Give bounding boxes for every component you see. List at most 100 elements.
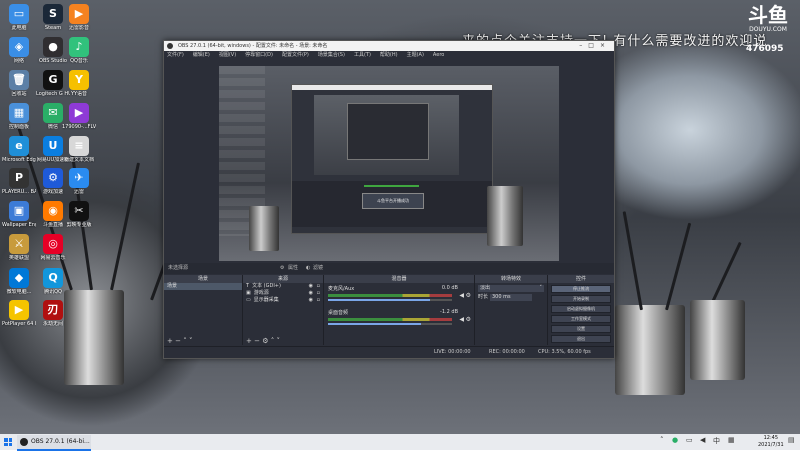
desktop-icon[interactable]: Q 腾讯QQ — [36, 268, 70, 295]
speaker-icon[interactable]: ◀ — [459, 292, 464, 299]
eye-icon[interactable]: ◉ — [309, 290, 313, 297]
lock-icon[interactable]: ▫ — [317, 297, 320, 304]
taskbar-app-label: OBS 27.0.1 (64-bi... — [31, 438, 90, 445]
properties-button[interactable]: 属性 — [288, 263, 298, 274]
app-icon: ▣ — [9, 201, 29, 221]
maximize-icon[interactable]: □ — [588, 42, 600, 49]
desktop-icon[interactable]: ▶PotPlayer 64 bit — [2, 300, 36, 327]
obs-logo-icon — [167, 43, 173, 49]
gear-icon[interactable]: ⚙ — [262, 337, 268, 345]
menu-item[interactable]: 配置文件(P) — [282, 52, 309, 58]
no-source-label: 未选择源 — [168, 265, 189, 271]
chevron-up-icon[interactable]: ˄ — [271, 337, 275, 345]
source-item[interactable]: ▭ 显示器采集 ◉ ▫ — [243, 297, 323, 304]
start-button[interactable] — [4, 438, 12, 446]
brush-decor — [665, 222, 692, 311]
taskbar-clock[interactable]: 12:45 2021/7/31 — [758, 435, 784, 449]
chevron-down-icon[interactable]: ˅ — [189, 337, 193, 345]
minimize-icon[interactable]: – — [579, 42, 588, 49]
lock-icon[interactable]: ▫ — [317, 283, 320, 290]
filter-icon[interactable]: ◐ — [306, 263, 310, 274]
control-button[interactable]: 启动虚拟摄像机 — [551, 305, 611, 313]
notification-icon[interactable]: ▤ — [788, 436, 795, 444]
add-icon[interactable]: + — [246, 337, 252, 345]
close-icon[interactable]: × — [600, 42, 611, 49]
menu-item[interactable]: 帮助(H) — [380, 52, 398, 58]
desktop-icon[interactable]: e Microsoft Edge — [2, 136, 36, 163]
clock-time: 12:45 — [763, 435, 779, 441]
app-icon: ✉ — [43, 103, 63, 123]
eye-icon[interactable]: ◉ — [309, 283, 313, 290]
source-item[interactable]: ▣ 游戏源 ◉ ▫ — [243, 290, 323, 297]
control-button[interactable]: 设置 — [551, 325, 611, 333]
tray-speaker-icon[interactable]: ◀ — [700, 436, 705, 444]
control-button[interactable]: 工作室模式 — [551, 315, 611, 323]
gear-icon[interactable]: ⚙ — [466, 292, 471, 299]
desktop-icon[interactable]: Y YY语音 — [62, 70, 96, 97]
control-button[interactable]: 开始录制 — [551, 295, 611, 303]
volume-slider[interactable] — [328, 299, 452, 301]
menu-item[interactable]: 编辑(E) — [193, 52, 210, 58]
remove-icon[interactable]: − — [254, 337, 260, 345]
app-icon: ▦ — [9, 103, 29, 123]
remove-icon[interactable]: − — [175, 337, 181, 345]
obs-titlebar[interactable]: OBS 27.0.1 (64-bit, windows) - 配置文件: 未命名… — [164, 41, 614, 51]
source-item[interactable]: T 文本 (GDI+) ◉ ▫ — [243, 283, 323, 290]
desktop-icon[interactable]: ✈ 迅雷 — [62, 168, 96, 195]
control-button[interactable]: 停止推流 — [551, 285, 611, 293]
desktop-icon[interactable]: ≡ 新建文本文档 — [62, 136, 96, 163]
volume-meter — [328, 318, 452, 321]
menu-item[interactable]: 文件(F) — [167, 52, 184, 58]
desktop-icon[interactable]: PPLAYERU... BATTLEGR... — [2, 168, 36, 195]
control-button[interactable]: 退出 — [551, 335, 611, 343]
obs-window[interactable]: OBS 27.0.1 (64-bit, windows) - 配置文件: 未命名… — [163, 40, 615, 359]
brush-cup-right — [615, 305, 685, 395]
window-controls[interactable]: –□× — [579, 41, 611, 51]
lock-icon[interactable]: ▫ — [317, 290, 320, 297]
tray-wechat-icon[interactable]: ● — [672, 436, 678, 444]
desktop-icon[interactable]: ⚔ 英雄联盟 — [2, 234, 36, 261]
desktop-icon[interactable]: ♪ QQ音乐 — [62, 37, 96, 64]
desktop-icon-label: YY语音 — [70, 91, 88, 97]
desktop-icon[interactable]: ▶ 迅雷影音 — [62, 4, 96, 31]
tray-keyboard-icon[interactable]: ▦ — [728, 436, 735, 444]
desktop-icon[interactable]: 刃永劫无间 — [36, 300, 70, 327]
menu-item[interactable]: 主题(A) — [407, 52, 424, 58]
tray-network-icon[interactable]: ▭ — [686, 436, 693, 444]
mixer-channel-header: 麦克风/Aux 0.0 dB — [324, 283, 474, 292]
chevron-up-icon[interactable]: ˄ — [183, 337, 187, 345]
gear-icon[interactable]: ⚙ — [466, 316, 471, 323]
eye-icon[interactable]: ◉ — [309, 297, 313, 304]
desktop-icon-label: 迅雷影音 — [68, 25, 89, 31]
desktop-icon[interactable]: ◈ 网络 — [2, 37, 36, 64]
obs-preview[interactable]: 斗鱼平台开播成功 — [219, 66, 559, 261]
brush-cup-small — [690, 300, 745, 380]
filters-button[interactable]: 滤镜 — [313, 263, 323, 274]
menu-item[interactable]: 工具(T) — [354, 52, 371, 58]
duration-input[interactable]: 300 ms — [490, 294, 532, 301]
add-icon[interactable]: + — [167, 337, 173, 345]
menu-item[interactable]: 场景集合(S) — [318, 52, 345, 58]
taskbar-obs-app[interactable]: OBS 27.0.1 (64-bi... — [17, 435, 91, 451]
controls-dock: 控件 停止推流 开始录制 启动虚拟摄像机 工作室模式 设置 退出 — [548, 275, 614, 345]
desktop-icon[interactable]: ◎ 网易云音乐 — [36, 234, 70, 261]
tray-ime[interactable]: 中 — [713, 436, 720, 446]
menu-item[interactable]: Aero — [433, 52, 444, 58]
gear-icon[interactable]: ⚙ — [280, 263, 284, 274]
desktop-icon[interactable]: ◆ 微软电脑... — [2, 268, 36, 295]
app-icon: ◎ — [43, 234, 63, 254]
desktop-icon[interactable]: ▦ 控制面板 — [2, 103, 36, 130]
speaker-icon[interactable]: ◀ — [459, 316, 464, 323]
transition-select[interactable]: 淡出 ˅ — [478, 285, 544, 292]
desktop-icon[interactable]: ▣Wallpaper Engine... — [2, 201, 36, 228]
desktop-icon[interactable]: ▭ 此电脑 — [2, 4, 36, 31]
desktop-icon[interactable]: 🗑 回收站 — [2, 70, 36, 97]
desktop-icon[interactable]: ▶ 179090-...FLV — [62, 103, 96, 130]
desktop-icon[interactable]: ✂ 剪映专业版 — [62, 201, 96, 228]
chevron-down-icon[interactable]: ˅ — [276, 337, 280, 345]
menu-item[interactable]: 停靠窗口(D) — [245, 52, 273, 58]
scene-item[interactable]: 场景 — [164, 283, 242, 290]
menu-item[interactable]: 视图(V) — [219, 52, 236, 58]
volume-slider[interactable] — [328, 323, 452, 325]
tray-chevron-up-icon[interactable]: ˄ — [660, 436, 664, 444]
